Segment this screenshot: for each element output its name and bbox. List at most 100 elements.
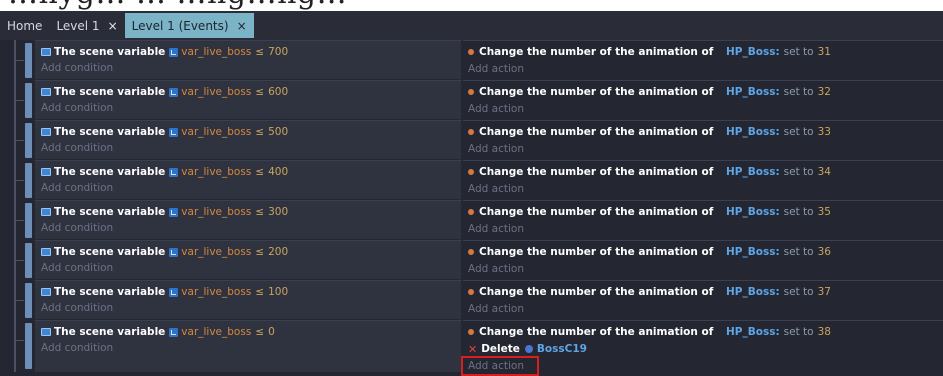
event-drag-handle[interactable] bbox=[25, 283, 32, 318]
event-row: The scene variable var_live_boss ≤500 Add c… bbox=[0, 120, 943, 160]
variable-name: var_live_boss bbox=[181, 206, 252, 218]
condition-prefix: The scene variable bbox=[54, 246, 166, 258]
action[interactable]: Change the number of the animation of HP_… bbox=[468, 244, 831, 260]
condition-value: 0 bbox=[268, 326, 275, 338]
event-drag-handle[interactable] bbox=[25, 43, 32, 78]
event-drag-handle[interactable] bbox=[25, 163, 32, 198]
event-drag-handle[interactable] bbox=[25, 323, 32, 369]
condition-operator: ≤ bbox=[255, 166, 265, 178]
event-row: The scene variable var_live_boss ≤300 Add c… bbox=[0, 200, 943, 240]
conditions-panel: The scene variable var_live_boss ≤700 Add c… bbox=[35, 40, 461, 79]
object-name: HP_Boss: bbox=[726, 166, 780, 178]
condition[interactable]: The scene variable var_live_boss ≤200 bbox=[41, 244, 288, 260]
tree-branch bbox=[14, 260, 24, 261]
action[interactable]: Change the number of the animation of HP_… bbox=[468, 84, 831, 100]
condition[interactable]: The scene variable var_live_boss ≤600 bbox=[41, 84, 288, 100]
condition[interactable]: The scene variable var_live_boss ≤400 bbox=[41, 164, 288, 180]
condition-operator: ≤ bbox=[255, 246, 265, 258]
object-icon bbox=[524, 345, 533, 353]
condition-operator: ≤ bbox=[255, 206, 265, 218]
action-operator: set to bbox=[783, 326, 814, 338]
object-name: HP_Boss: bbox=[726, 86, 780, 98]
action[interactable]: Change the number of the animation of HP_… bbox=[468, 124, 831, 140]
scene-variable-icon bbox=[41, 168, 51, 176]
action-bullet-icon bbox=[468, 169, 474, 175]
object-name: HP_Boss: bbox=[726, 286, 780, 298]
scene-variable-icon bbox=[41, 128, 51, 136]
action[interactable]: Change the number of the animation of HP_… bbox=[468, 324, 831, 340]
action[interactable]: Change the number of the animation of HP_… bbox=[468, 44, 831, 60]
event-drag-handle[interactable] bbox=[25, 123, 32, 158]
object-name: HP_Boss: bbox=[726, 126, 780, 138]
add-condition-link[interactable]: Add condition bbox=[41, 60, 113, 76]
action-object-params: HP_Boss: set to 33 bbox=[726, 126, 831, 138]
condition[interactable]: The scene variable var_live_boss ≤0 bbox=[41, 324, 275, 340]
action[interactable]: Change the number of the animation of HP_… bbox=[468, 284, 831, 300]
tab-bar: Home Level 1 × Level 1 (Events) × bbox=[0, 11, 943, 40]
action-text: Delete bbox=[481, 343, 520, 355]
condition[interactable]: The scene variable var_live_boss ≤700 bbox=[41, 44, 288, 60]
variable-name: var_live_boss bbox=[181, 46, 252, 58]
condition-prefix: The scene variable bbox=[54, 46, 166, 58]
tab-level-1-events[interactable]: Level 1 (Events) × bbox=[124, 13, 254, 38]
condition-value: 300 bbox=[268, 206, 289, 218]
variable-name: var_live_boss bbox=[181, 326, 252, 338]
add-condition-link[interactable]: Add condition bbox=[41, 300, 113, 316]
add-action-link[interactable]: Add action bbox=[468, 301, 524, 317]
variable-icon bbox=[169, 87, 179, 97]
condition-value: 500 bbox=[268, 126, 289, 138]
action-object-params: HP_Boss: set to 34 bbox=[726, 166, 831, 178]
action-value: 35 bbox=[817, 206, 831, 218]
conditions-panel: The scene variable var_live_boss ≤100 Add c… bbox=[35, 280, 461, 319]
add-action-link[interactable]: Add action bbox=[468, 261, 524, 277]
condition-prefix: The scene variable bbox=[54, 86, 166, 98]
add-condition-link[interactable]: Add condition bbox=[41, 260, 113, 276]
add-action-link[interactable]: Add action bbox=[468, 61, 524, 77]
condition-value: 100 bbox=[268, 286, 289, 298]
add-condition-link[interactable]: Add condition bbox=[41, 100, 113, 116]
add-condition-link[interactable]: Add condition bbox=[41, 340, 113, 356]
tree-branch bbox=[14, 300, 24, 301]
condition[interactable]: The scene variable var_live_boss ≤300 bbox=[41, 204, 288, 220]
condition[interactable]: The scene variable var_live_boss ≤500 bbox=[41, 124, 288, 140]
close-icon[interactable]: × bbox=[108, 19, 118, 33]
event-drag-handle[interactable] bbox=[25, 203, 32, 238]
action-operator: set to bbox=[783, 286, 814, 298]
event-drag-handle[interactable] bbox=[25, 83, 32, 118]
action[interactable]: Change the number of the animation of HP_… bbox=[468, 164, 831, 180]
action-bullet-icon bbox=[468, 49, 474, 55]
scene-variable-icon bbox=[41, 288, 51, 296]
event-row: The scene variable var_live_boss ≤100 Add c… bbox=[0, 280, 943, 320]
action-object-params: HP_Boss: set to 36 bbox=[726, 246, 831, 258]
add-action-link[interactable]: Add action bbox=[468, 101, 524, 117]
condition[interactable]: The scene variable var_live_boss ≤100 bbox=[41, 284, 288, 300]
event-row: The scene variable var_live_boss ≤200 Add c… bbox=[0, 240, 943, 280]
action-text: Change the number of the animation of bbox=[479, 326, 714, 338]
event-drag-handle[interactable] bbox=[25, 243, 32, 278]
actions-panel: Change the number of the animation of HP_… bbox=[463, 280, 943, 319]
add-action-link[interactable]: Add action bbox=[468, 221, 524, 237]
close-icon[interactable]: × bbox=[237, 19, 247, 33]
add-action-link[interactable]: Add action bbox=[468, 181, 524, 197]
add-condition-link[interactable]: Add condition bbox=[41, 180, 113, 196]
condition-operator: ≤ bbox=[255, 46, 265, 58]
tab-home[interactable]: Home bbox=[0, 11, 49, 40]
add-condition-link[interactable]: Add condition bbox=[41, 140, 113, 156]
add-action-link[interactable]: Add action bbox=[468, 141, 524, 157]
action[interactable]: Change the number of the animation of HP_… bbox=[468, 204, 831, 220]
condition-prefix: The scene variable bbox=[54, 126, 166, 138]
action-operator: set to bbox=[783, 206, 814, 218]
action-value: 34 bbox=[817, 166, 831, 178]
event-row: The scene variable var_live_boss ≤400 Add c… bbox=[0, 160, 943, 200]
add-condition-link[interactable]: Add condition bbox=[41, 220, 113, 236]
actions-panel: Change the number of the animation of HP_… bbox=[463, 240, 943, 279]
variable-icon bbox=[169, 247, 179, 257]
condition-value: 700 bbox=[268, 46, 289, 58]
delete-action[interactable]: ✕ Delete BossC19 bbox=[468, 341, 587, 357]
action-value: 37 bbox=[817, 286, 831, 298]
tab-level-1[interactable]: Level 1 × bbox=[49, 11, 124, 40]
variable-icon bbox=[169, 207, 179, 217]
tab-level-1-label: Level 1 bbox=[56, 18, 100, 33]
condition-prefix: The scene variable bbox=[54, 206, 166, 218]
tree-line bbox=[14, 320, 16, 372]
